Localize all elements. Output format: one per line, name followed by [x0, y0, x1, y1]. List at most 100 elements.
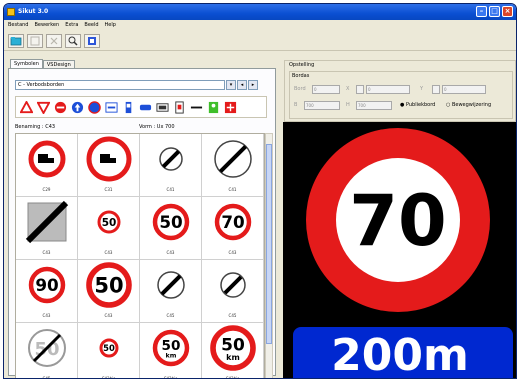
sign-code-label: C41: [166, 187, 175, 192]
sign-type-bar: [15, 96, 267, 118]
sign-symbol-icon: 50km: [210, 325, 256, 371]
window-title: Sikut 3.0: [18, 8, 49, 15]
sign-symbol-icon: [157, 271, 185, 299]
menu-bestand[interactable]: Bestand: [8, 20, 28, 30]
opstelling-group: Opstelling Bordas Bord 0 X 0 Y 0 B 700 H…: [284, 60, 516, 122]
sign-cell[interactable]: 50 C45: [16, 323, 78, 379]
svg-text:50: 50: [103, 343, 115, 353]
sign-symbol-icon: 50: [28, 329, 66, 367]
sign-code-label: C45: [42, 376, 51, 379]
sign-code-label: C43bis: [163, 376, 178, 379]
no-parking-icon[interactable]: [87, 100, 101, 114]
b-field[interactable]: 700: [304, 101, 340, 110]
sign-cell[interactable]: C41: [140, 134, 202, 197]
sign-cell[interactable]: 50 km C43bis: [140, 323, 202, 379]
symbols-panel: Symbolen VSDesign C - Verbodsborden ▾ ◂ …: [6, 54, 278, 379]
tab-vsdesign[interactable]: VSDesign: [42, 60, 75, 68]
window-controls: – □ ×: [476, 6, 513, 18]
category-select[interactable]: C - Verbodsborden: [15, 80, 225, 90]
svg-text:km: km: [166, 352, 177, 360]
open-button[interactable]: [8, 34, 24, 48]
sign-grid: C29 C31 C41 C41 C43 50 C43 50 C43 70 C43 90 C43 50 C43…: [15, 133, 265, 379]
save-button[interactable]: [27, 34, 43, 48]
minimize-button[interactable]: –: [476, 6, 487, 17]
x-spinner[interactable]: [356, 85, 364, 94]
sign-symbol-icon: 50km: [152, 329, 190, 367]
sign-cell[interactable]: 70 C43: [202, 197, 264, 260]
bord-field[interactable]: 0: [312, 85, 340, 94]
combo-dropdown-button[interactable]: ▾: [226, 80, 236, 90]
sign-cell[interactable]: C45: [140, 260, 202, 323]
menu-help[interactable]: Help: [105, 20, 116, 30]
bordas-box: Bordas Bord 0 X 0 Y 0 B 700 H 700 ● Publ…: [289, 71, 513, 119]
sign-cell[interactable]: C45: [202, 260, 264, 323]
zoom-button[interactable]: [65, 34, 81, 48]
sign-cell[interactable]: 50 C43bis: [78, 323, 140, 378]
sign-cell[interactable]: 50 C43: [140, 197, 202, 260]
tab-body: C - Verbodsborden ▾ ◂ ▸ Benaming : C43 V…: [8, 68, 276, 379]
publiekbord-radio[interactable]: ● Publiekbord: [400, 102, 435, 108]
info-sign-icon[interactable]: [104, 100, 118, 114]
x-label: X: [346, 86, 350, 92]
sign-cell[interactable]: 50 C43: [78, 260, 140, 323]
sign-symbol-icon: [86, 136, 132, 182]
maximize-button[interactable]: □: [489, 6, 500, 17]
delete-button[interactable]: [46, 34, 62, 48]
sign-symbol-icon: [28, 140, 66, 178]
save-icon: [30, 36, 40, 46]
tab-symbolen[interactable]: Symbolen: [10, 59, 43, 68]
sign-cell[interactable]: C41: [202, 134, 264, 197]
sign-code-label: C45: [228, 313, 237, 318]
menu-bewerken[interactable]: Bewerken: [34, 20, 59, 30]
opstelling-title: Opstelling: [289, 62, 315, 68]
red-panel-icon[interactable]: [223, 100, 237, 114]
direction-sign-icon[interactable]: [138, 100, 152, 114]
sign-cell[interactable]: C43: [16, 197, 78, 260]
yield-triangle-icon[interactable]: [36, 100, 50, 114]
x-field[interactable]: 0: [366, 85, 410, 94]
no-entry-icon[interactable]: [53, 100, 67, 114]
h-label: H: [346, 102, 350, 108]
h-field[interactable]: 700: [356, 101, 392, 110]
bordas-title: Bordas: [292, 73, 310, 79]
svg-text:50: 50: [94, 274, 123, 298]
sign-symbol-icon: [159, 147, 183, 171]
blue-sign-icon[interactable]: [121, 100, 135, 114]
publiekbord-label: Publiekbord: [405, 102, 436, 108]
menu-extra[interactable]: Extra: [65, 20, 78, 30]
warning-triangle-icon[interactable]: [19, 100, 33, 114]
menu-beeld[interactable]: Beeld: [84, 20, 98, 30]
vorm-label: Vorm : Ux 700: [139, 124, 175, 130]
vehicle-sign-icon[interactable]: [155, 100, 169, 114]
sign-cell[interactable]: 50 C43: [78, 197, 140, 260]
line-sign-icon[interactable]: [189, 100, 203, 114]
green-sign-icon[interactable]: [206, 100, 220, 114]
next-category-button[interactable]: ▸: [248, 80, 258, 90]
app-icon: [7, 8, 15, 16]
sign-cell[interactable]: C29: [16, 134, 78, 197]
y-spinner[interactable]: [432, 85, 440, 94]
b-label: B: [294, 102, 298, 108]
settings-icon: [88, 37, 96, 45]
sign-symbol-icon: 50: [99, 338, 119, 358]
y-field[interactable]: 0: [442, 85, 486, 94]
sign-cell[interactable]: 50 km C43bis: [202, 323, 264, 378]
sign-code-label: C43: [228, 250, 237, 255]
settings-button[interactable]: [84, 34, 100, 48]
sign-code-label: C43: [42, 313, 51, 318]
sign-cell[interactable]: C31: [78, 134, 140, 197]
sign-symbol-icon: [25, 200, 69, 244]
sign-symbol-icon: [220, 272, 246, 298]
sign-cell[interactable]: 90 C43: [16, 260, 78, 323]
bewegwijzering-radio[interactable]: ○ Bewegwijzering: [446, 102, 491, 108]
scrollbar-thumb[interactable]: [266, 144, 272, 344]
close-button[interactable]: ×: [502, 6, 513, 17]
title-bar[interactable]: Sikut 3.0 – □ ×: [4, 4, 516, 20]
sign-symbol-icon: [214, 140, 252, 178]
mandatory-arrow-icon[interactable]: [70, 100, 84, 114]
sign-grid-scrollbar[interactable]: [265, 133, 273, 378]
svg-text:70: 70: [221, 212, 244, 232]
prev-category-button[interactable]: ◂: [237, 80, 247, 90]
bewegwijzering-label: Bewegwijzering: [451, 102, 492, 108]
panel-sign-icon[interactable]: [172, 100, 186, 114]
